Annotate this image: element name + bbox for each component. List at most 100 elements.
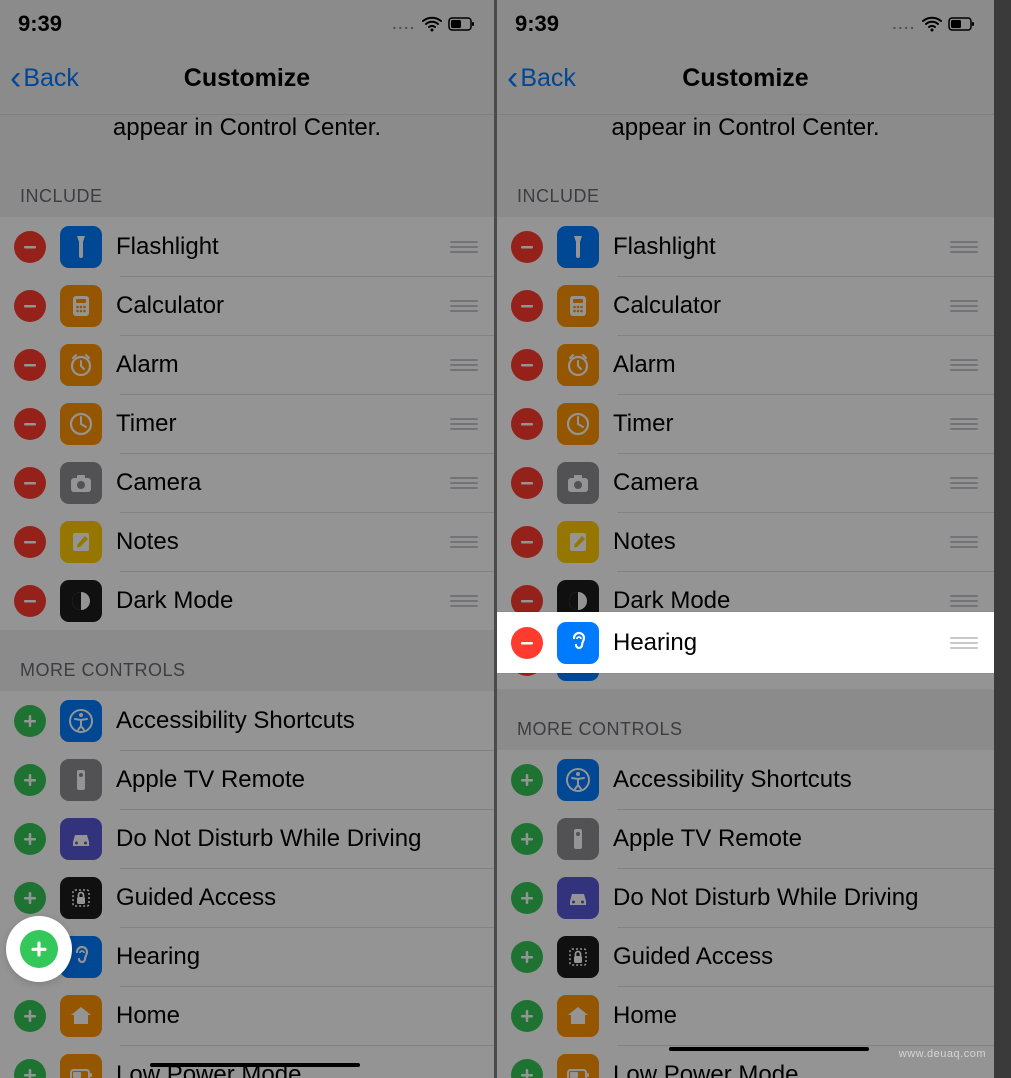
phone-left: 9:39 .... ‹ Back Customize appear in Con… [0, 0, 497, 1078]
list-row[interactable]: Notes [0, 512, 494, 571]
list-row[interactable]: Home [0, 986, 494, 1045]
list-row[interactable]: Calculator [0, 276, 494, 335]
remove-button[interactable] [14, 290, 46, 322]
drag-handle[interactable] [950, 300, 978, 312]
drag-handle[interactable] [950, 241, 978, 253]
list-row[interactable]: Guided Access [497, 927, 994, 986]
row-label: Calculator [613, 292, 950, 320]
add-button[interactable] [20, 930, 58, 968]
list-row[interactable]: Flashlight [0, 217, 494, 276]
highlight-row-hearing[interactable]: Hearing [497, 612, 994, 673]
drag-handle[interactable] [450, 477, 478, 489]
drag-handle[interactable] [950, 637, 978, 649]
row-label: Alarm [116, 351, 450, 379]
add-button[interactable] [14, 1000, 46, 1032]
remove-button[interactable] [14, 585, 46, 617]
signal-dots: .... [892, 16, 916, 32]
camera-icon [557, 462, 599, 504]
row-label: Apple TV Remote [613, 825, 978, 853]
drag-handle[interactable] [950, 536, 978, 548]
remove-button[interactable] [511, 349, 543, 381]
list-row[interactable]: Hearing [0, 927, 494, 986]
drag-handle[interactable] [950, 477, 978, 489]
list-row[interactable]: Flashlight [497, 217, 994, 276]
remove-button[interactable] [511, 290, 543, 322]
alarm-icon [557, 344, 599, 386]
add-button[interactable] [14, 823, 46, 855]
drag-handle[interactable] [450, 300, 478, 312]
remove-button[interactable] [14, 349, 46, 381]
list-row[interactable]: Alarm [0, 335, 494, 394]
list-row[interactable]: Low Power Mode [0, 1045, 494, 1078]
drag-handle[interactable] [450, 536, 478, 548]
strikethrough [150, 1063, 360, 1067]
chevron-left-icon: ‹ [507, 61, 518, 95]
drag-handle[interactable] [450, 359, 478, 371]
list-row[interactable]: Guided Access [0, 868, 494, 927]
status-time: 9:39 [18, 11, 62, 37]
list-row[interactable]: Timer [0, 394, 494, 453]
nav-bar: ‹ Back Customize [497, 42, 994, 115]
add-button[interactable] [511, 882, 543, 914]
status-bar: 9:39 .... [0, 0, 494, 42]
row-label: Alarm [613, 351, 950, 379]
add-button[interactable] [511, 1059, 543, 1078]
remove-button[interactable] [511, 467, 543, 499]
list-row[interactable]: Notes [497, 512, 994, 571]
add-button[interactable] [14, 1059, 46, 1078]
remove-button[interactable] [14, 467, 46, 499]
back-button[interactable]: ‹ Back [10, 61, 79, 95]
battery-icon [557, 1054, 599, 1078]
list-row[interactable]: Do Not Disturb While Driving [497, 868, 994, 927]
row-label: Notes [613, 528, 950, 556]
back-button[interactable]: ‹ Back [507, 61, 576, 95]
list-row[interactable]: Camera [497, 453, 994, 512]
drag-handle[interactable] [450, 241, 478, 253]
add-button[interactable] [14, 705, 46, 737]
flashlight-icon [557, 226, 599, 268]
drag-handle[interactable] [450, 595, 478, 607]
wifi-icon [422, 15, 442, 33]
row-label: Guided Access [116, 884, 478, 912]
list-row[interactable]: Camera [0, 453, 494, 512]
list-row[interactable]: Accessibility Shortcuts [497, 750, 994, 809]
remove-button[interactable] [14, 231, 46, 263]
row-label: Low Power Mode [613, 1061, 978, 1078]
notes-icon [557, 521, 599, 563]
drag-handle[interactable] [450, 418, 478, 430]
remove-button[interactable] [511, 408, 543, 440]
drag-handle[interactable] [950, 595, 978, 607]
back-label: Back [23, 64, 79, 93]
chevron-left-icon: ‹ [10, 61, 21, 95]
list-row[interactable]: Dark Mode [0, 571, 494, 630]
add-button[interactable] [511, 823, 543, 855]
add-button[interactable] [14, 764, 46, 796]
remove-button[interactable] [511, 231, 543, 263]
phone-right: 9:39 .... ‹ Back Customize appear in Con… [497, 0, 994, 1078]
list-row[interactable]: Apple TV Remote [0, 750, 494, 809]
darkmode-icon [60, 580, 102, 622]
add-button[interactable] [14, 882, 46, 914]
calculator-icon [557, 285, 599, 327]
remove-button[interactable] [14, 408, 46, 440]
list-row[interactable]: Alarm [497, 335, 994, 394]
drag-handle[interactable] [950, 359, 978, 371]
list-row[interactable]: Home [497, 986, 994, 1045]
status-bar: 9:39 .... [497, 0, 994, 42]
list-row[interactable]: Do Not Disturb While Driving [0, 809, 494, 868]
list-row[interactable]: Timer [497, 394, 994, 453]
drag-handle[interactable] [950, 418, 978, 430]
battery-icon [448, 15, 476, 33]
row-label: Accessibility Shortcuts [116, 707, 478, 735]
row-label: Hearing [116, 943, 478, 971]
remove-button[interactable] [511, 526, 543, 558]
remove-button[interactable] [511, 627, 543, 659]
list-row[interactable]: Accessibility Shortcuts [0, 691, 494, 750]
row-label: Timer [116, 410, 450, 438]
remove-button[interactable] [14, 526, 46, 558]
add-button[interactable] [511, 764, 543, 796]
add-button[interactable] [511, 941, 543, 973]
list-row[interactable]: Apple TV Remote [497, 809, 994, 868]
add-button[interactable] [511, 1000, 543, 1032]
list-row[interactable]: Calculator [497, 276, 994, 335]
